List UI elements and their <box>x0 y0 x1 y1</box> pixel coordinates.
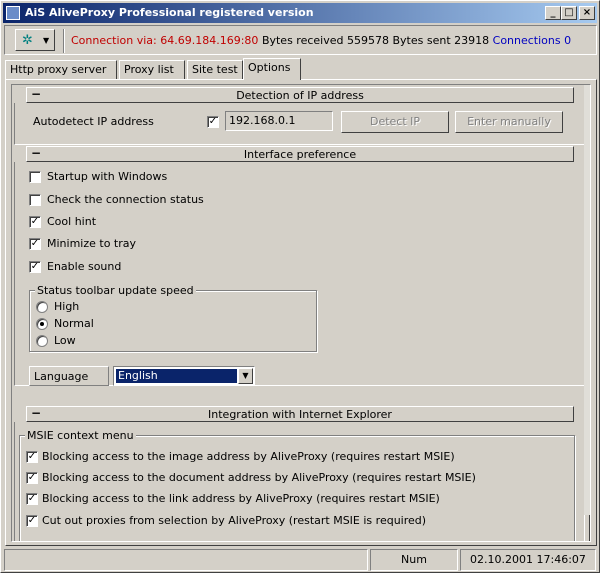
bytes-received-label: Bytes received <box>261 34 344 47</box>
num-lock-indicator: Num <box>370 549 458 571</box>
minimize-tray-label[interactable]: Minimize to tray <box>47 237 136 250</box>
connection-address: 64.69.184.169:80 <box>160 34 259 47</box>
language-selected-value: English <box>116 369 237 383</box>
tab-proxy-list[interactable]: Proxy list <box>119 60 185 80</box>
options-scroll-area[interactable]: − Detection of IP address Autodetect IP … <box>11 84 591 542</box>
window-title: AiS AliveProxy Professional registered v… <box>25 6 314 19</box>
network-icon: ✲ <box>22 33 33 48</box>
block-document-checkbox[interactable]: ✓ <box>26 472 38 484</box>
startup-windows-label[interactable]: Startup with Windows <box>47 170 167 183</box>
detection-section-header[interactable]: − Detection of IP address <box>26 87 574 103</box>
integration-section-body: MSIE context menu ✓ Blocking access to t… <box>14 422 586 541</box>
status-message <box>4 549 368 571</box>
bytes-sent-value: 23918 <box>454 34 490 47</box>
bytes-received-value: 559578 <box>346 34 389 47</box>
maximize-button[interactable]: □ <box>561 6 577 20</box>
toolbar-separator <box>63 29 65 53</box>
main-window: AiS AliveProxy Professional registered v… <box>0 0 600 573</box>
interface-section-title: Interface preference <box>243 148 357 161</box>
connection-label: Connection via: <box>71 34 157 47</box>
bytes-sent-label: Bytes sent <box>392 34 451 47</box>
cut-proxies-label[interactable]: Cut out proxies from selection by AliveP… <box>42 514 426 527</box>
interface-section-body: Startup with Windows Check the connectio… <box>14 162 586 386</box>
connection-status: Connection via: 64.69.184.169:80 Bytes r… <box>71 34 571 47</box>
enter-manually-button[interactable]: Enter manually <box>455 111 563 133</box>
speed-high-label[interactable]: High <box>54 300 79 313</box>
autodetect-label: Autodetect IP address <box>33 115 154 128</box>
cool-hint-label[interactable]: Cool hint <box>47 215 96 228</box>
app-icon <box>6 6 20 20</box>
toolbar: ✲ ▼ Connection via: 64.69.184.169:80 Byt… <box>4 25 597 55</box>
minimize-tray-checkbox[interactable]: ✓ <box>29 238 41 250</box>
update-speed-group: Status toolbar update speed High Normal … <box>29 284 317 352</box>
integration-section-title: Integration with Internet Explorer <box>208 408 392 421</box>
network-menu-button[interactable]: ✲ ▼ <box>15 29 55 51</box>
status-bar: Num 02.10.2001 17:46:07 <box>4 549 597 571</box>
connections-value: 0 <box>564 34 572 47</box>
minimize-button[interactable]: _ <box>545 6 561 20</box>
autodetect-checkbox[interactable]: ✓ <box>207 116 219 128</box>
speed-low-radio[interactable] <box>36 335 48 347</box>
enable-sound-label[interactable]: Enable sound <box>47 260 121 273</box>
options-panel: − Detection of IP address Autodetect IP … <box>5 79 597 546</box>
speed-low-label[interactable]: Low <box>54 334 76 347</box>
tab-options[interactable]: Options <box>243 58 301 80</box>
msie-context-menu-group: MSIE context menu ✓ Blocking access to t… <box>19 429 575 541</box>
block-link-label[interactable]: Blocking access to the link address by A… <box>42 492 440 505</box>
check-connection-checkbox[interactable] <box>29 194 41 206</box>
scrollbar-thumb[interactable] <box>584 515 590 541</box>
block-link-checkbox[interactable]: ✓ <box>26 493 38 505</box>
status-datetime: 02.10.2001 17:46:07 <box>460 549 596 571</box>
chevron-down-icon[interactable]: ▼ <box>238 368 253 384</box>
ip-address-field[interactable]: 192.168.0.1 <box>225 111 333 131</box>
connections-label: Connections <box>492 34 561 47</box>
block-image-checkbox[interactable]: ✓ <box>26 451 38 463</box>
language-select[interactable]: English ▼ <box>113 366 255 386</box>
check-connection-label[interactable]: Check the connection status <box>47 193 204 206</box>
enable-sound-checkbox[interactable]: ✓ <box>29 261 41 273</box>
close-button[interactable]: × <box>579 6 595 20</box>
update-speed-title: Status toolbar update speed <box>35 284 196 297</box>
block-image-label[interactable]: Blocking access to the image address by … <box>42 450 455 463</box>
integration-section-header[interactable]: − Integration with Internet Explorer <box>26 406 574 422</box>
speed-high-radio[interactable] <box>36 301 48 313</box>
chevron-down-icon: ▼ <box>43 36 50 45</box>
title-bar[interactable]: AiS AliveProxy Professional registered v… <box>3 3 597 23</box>
cool-hint-checkbox[interactable]: ✓ <box>29 216 41 228</box>
tab-site-test[interactable]: Site test <box>187 60 243 80</box>
tab-http-proxy-server[interactable]: Http proxy server <box>5 60 117 80</box>
msie-context-menu-title: MSIE context menu <box>25 429 136 442</box>
cut-proxies-checkbox[interactable]: ✓ <box>26 515 38 527</box>
block-document-label[interactable]: Blocking access to the document address … <box>42 471 476 484</box>
detect-ip-button[interactable]: Detect IP <box>341 111 449 133</box>
startup-windows-checkbox[interactable] <box>29 171 41 183</box>
vertical-scrollbar[interactable] <box>584 85 590 541</box>
detection-section-title: Detection of IP address <box>236 89 364 102</box>
speed-normal-radio[interactable] <box>36 318 48 330</box>
interface-section-header[interactable]: − Interface preference <box>26 146 574 162</box>
language-label: Language <box>29 366 109 386</box>
speed-normal-label[interactable]: Normal <box>54 317 94 330</box>
detection-section-body: Autodetect IP address ✓ 192.168.0.1 Dete… <box>14 103 586 145</box>
